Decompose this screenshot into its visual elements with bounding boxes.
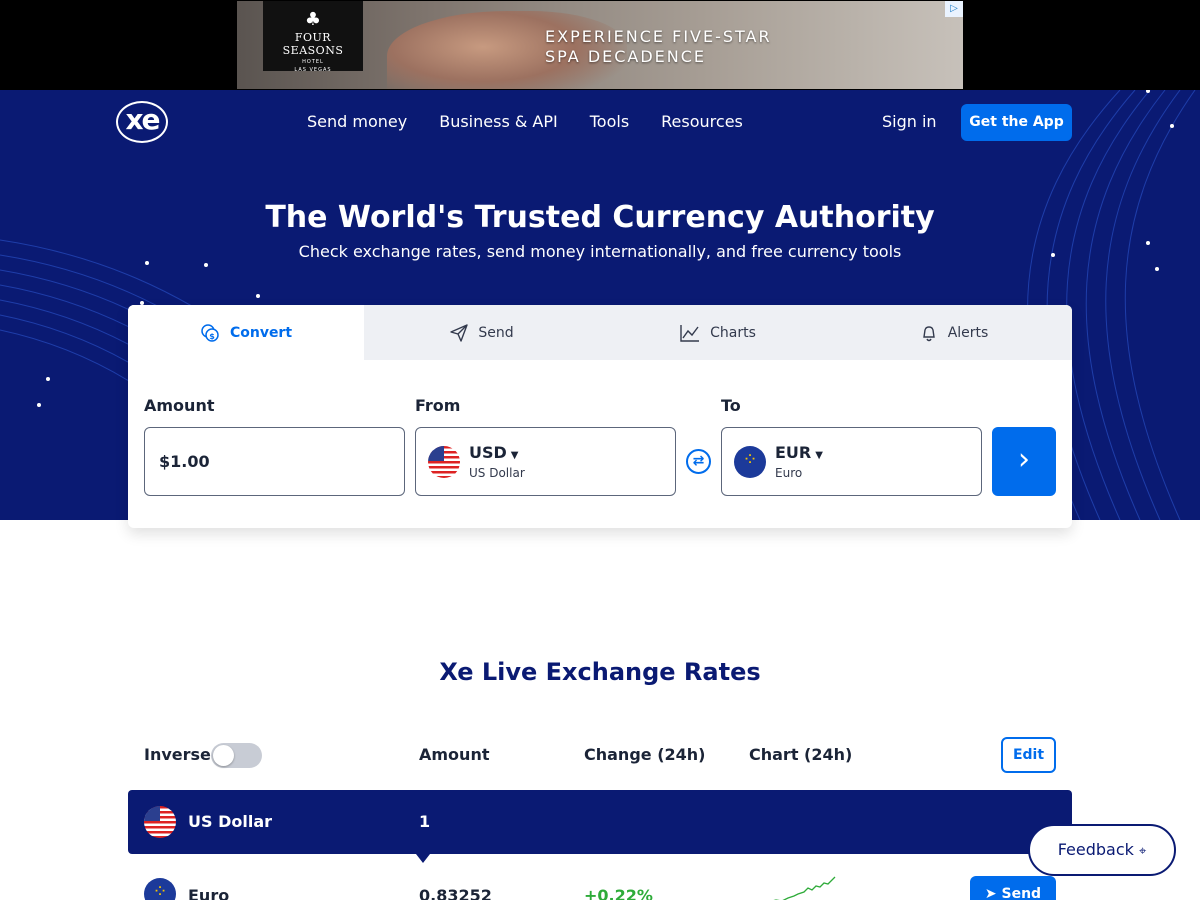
row-sparkline [773, 876, 836, 900]
get-app-button[interactable]: Get the App [961, 104, 1072, 141]
ad-brand-city: LAS VEGAS [294, 67, 332, 73]
converter-tabs: $ Convert Send Charts Alerts [128, 305, 1072, 360]
nav-resources[interactable]: Resources [661, 112, 743, 131]
nav-tools[interactable]: Tools [590, 112, 629, 131]
converter-card: $ Convert Send Charts Alerts Amount $1.0… [128, 305, 1072, 528]
us-flag-icon [428, 446, 460, 478]
to-currency-select[interactable]: EUR▼ Euro [721, 427, 982, 496]
eu-flag-icon [734, 446, 766, 478]
xe-logo[interactable]: xe [116, 101, 168, 143]
nav-send-money[interactable]: Send money [307, 112, 407, 131]
tab-alerts-label: Alerts [947, 324, 989, 341]
swap-currencies-icon[interactable]: ⇄ [686, 449, 711, 474]
tab-send[interactable]: Send [364, 305, 600, 360]
coins-icon: $ [201, 323, 219, 342]
ad-brand: FOUR SEASONS [282, 31, 344, 57]
ad-line-1: EXPERIENCE FIVE-STAR [545, 27, 772, 46]
ad-logo: ♣ FOUR SEASONS HOTEL LAS VEGAS [263, 1, 363, 73]
edit-rates-button[interactable]: Edit [1001, 737, 1056, 773]
inverse-label: Inverse [144, 745, 211, 764]
tab-convert-label: Convert [229, 324, 293, 341]
tab-alerts[interactable]: Alerts [836, 305, 1072, 360]
toggle-knob [213, 745, 234, 766]
sign-in-link[interactable]: Sign in [882, 112, 937, 131]
to-label: To [721, 396, 741, 415]
from-label: From [415, 396, 461, 415]
base-currency-amount: 1 [419, 812, 431, 831]
to-currency-name: Euro [775, 466, 803, 480]
advertisement-banner[interactable]: ♣ FOUR SEASONS HOTEL LAS VEGAS EXPERIENC… [237, 1, 963, 89]
amount-label: Amount [144, 396, 215, 415]
from-currency-select[interactable]: USD ▼ US Dollar [415, 427, 676, 496]
ad-strip: ♣ FOUR SEASONS HOTEL LAS VEGAS EXPERIENC… [0, 0, 1200, 90]
amount-value: $1.00 [159, 452, 210, 471]
feedback-label: Feedback [1057, 840, 1134, 859]
col-chart-header: Chart (24h) [749, 745, 853, 764]
table-row[interactable]: Euro 0.83252 +0.22% ➤ Send [128, 870, 1072, 900]
cursor-click-icon: ⌖ [1138, 844, 1147, 859]
ad-headline: EXPERIENCE FIVE-STAR SPA DECADENCE [545, 27, 772, 67]
tab-charts-label: Charts [710, 324, 756, 341]
caret-down-icon: ▼ [815, 450, 823, 461]
from-currency-name: US Dollar [469, 466, 525, 480]
row-change: +0.22% [584, 886, 653, 900]
caret-down-icon: ▼ [510, 450, 519, 461]
tab-send-label: Send [478, 324, 514, 341]
base-currency-name: US Dollar [188, 812, 273, 831]
chevron-right-icon: › [1018, 442, 1030, 477]
row-currency-name: Euro [188, 886, 230, 900]
col-amount-header: Amount [419, 745, 490, 764]
row-amount: 0.83252 [419, 886, 492, 900]
ad-brand-sub: HOTEL [302, 59, 324, 65]
main-nav: Send money Business & API Tools Resource… [307, 112, 743, 131]
tab-convert[interactable]: $ Convert [128, 305, 364, 360]
ad-choices-icon[interactable]: ▷ [945, 1, 963, 17]
hero-subtitle: Check exchange rates, send money interna… [298, 242, 902, 261]
base-currency-row[interactable]: US Dollar 1 [128, 790, 1072, 863]
paper-plane-icon: ➤ [984, 886, 1002, 900]
tree-icon: ♣ [304, 9, 322, 30]
nav-business-api[interactable]: Business & API [439, 112, 558, 131]
row-send-label: Send [1001, 886, 1042, 900]
line-chart-icon [680, 324, 700, 342]
ad-line-2: SPA DECADENCE [545, 47, 707, 66]
feedback-button[interactable]: Feedback ⌖ [1028, 824, 1176, 876]
svg-text:$: $ [209, 332, 215, 341]
inverse-toggle[interactable] [211, 743, 262, 768]
eu-flag-icon [144, 878, 176, 900]
hero-title: The World's Trusted Currency Authority [265, 200, 935, 235]
paper-plane-icon [450, 323, 469, 342]
bell-icon [922, 325, 935, 341]
live-rates-title: Xe Live Exchange Rates [439, 658, 761, 686]
amount-input[interactable]: $1.00 [144, 427, 405, 496]
row-send-button[interactable]: ➤ Send [970, 876, 1056, 900]
from-currency-code: USD ▼ [469, 443, 519, 462]
convert-go-button[interactable]: › [992, 427, 1056, 496]
tab-charts[interactable]: Charts [600, 305, 836, 360]
col-change-header: Change (24h) [584, 745, 706, 764]
us-flag-icon [144, 806, 176, 838]
to-currency-code: EUR ▼ [775, 443, 823, 462]
